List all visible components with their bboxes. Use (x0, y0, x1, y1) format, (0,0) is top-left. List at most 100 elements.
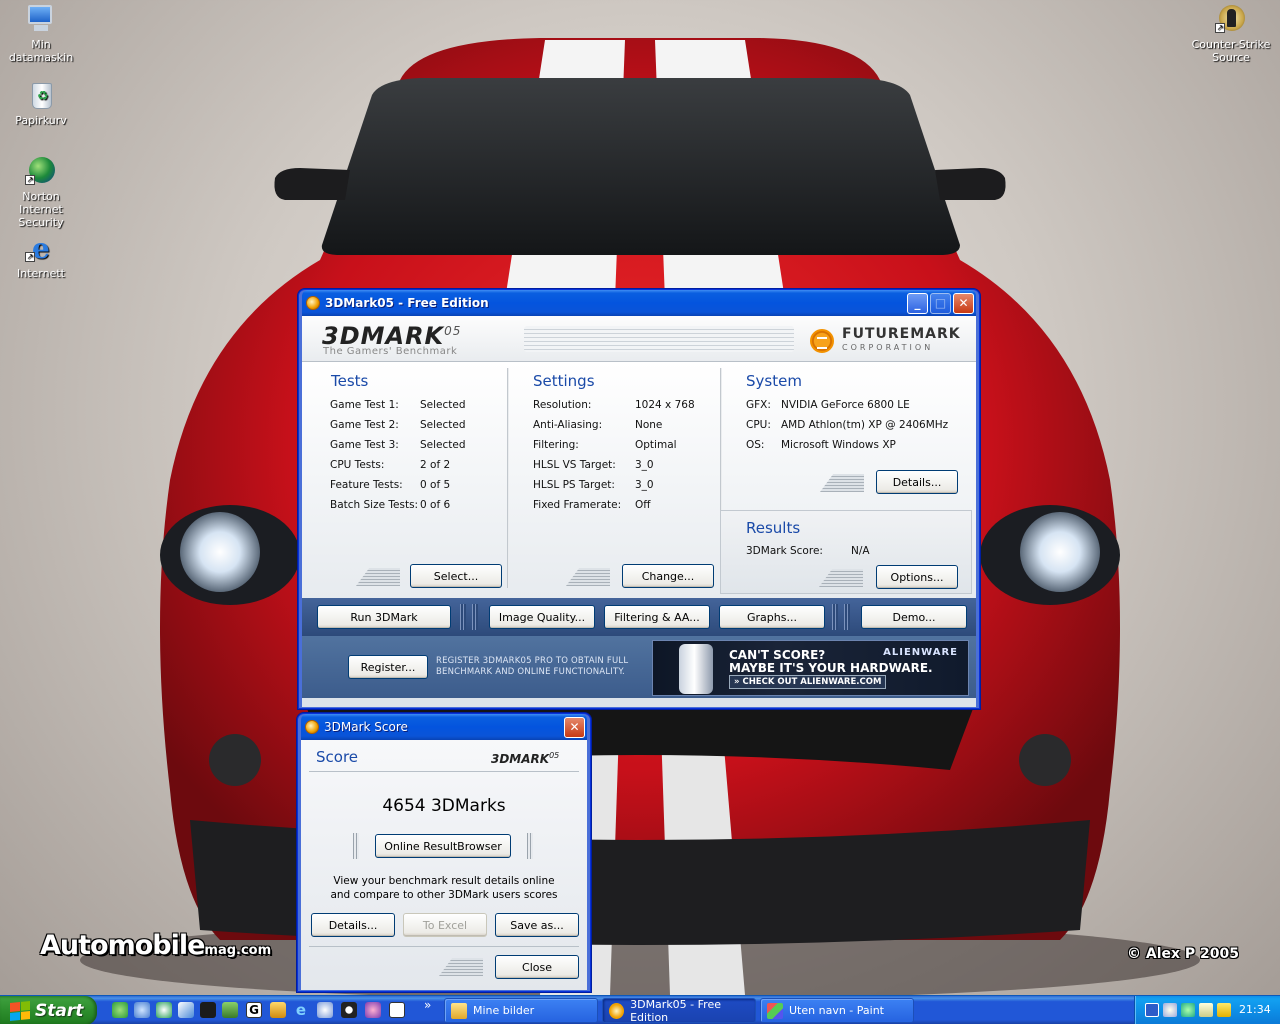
tests-key: Game Test 2: (330, 419, 399, 431)
quicklaunch-desktop-icon[interactable] (317, 1002, 333, 1018)
task-mine-bilder[interactable]: Mine bilder (444, 998, 598, 1023)
register-text: REGISTER 3DMARK05 PRO TO OBTAIN FULL BEN… (436, 656, 629, 677)
image-quality-button[interactable]: Image Quality... (489, 605, 595, 629)
decorative-separator (527, 833, 533, 859)
alienware-logo: ALIENWARE (883, 647, 958, 658)
window-title: 3DMark Score (324, 720, 408, 734)
quicklaunch-app-icon[interactable] (222, 1002, 238, 1018)
to-excel-button[interactable]: To Excel (403, 913, 487, 937)
tests-value: 0 of 5 (420, 479, 451, 491)
quicklaunch-itunes-icon[interactable] (365, 1002, 381, 1018)
app-icon (305, 720, 319, 734)
score-window: 3DMark Score ✕ Score 3DMARK05 4654 3DMar… (297, 713, 591, 992)
save-as-button[interactable]: Save as... (495, 913, 579, 937)
quicklaunch-overflow[interactable]: » (424, 998, 431, 1012)
maximize-button[interactable]: □ (930, 292, 951, 314)
quicklaunch-g-icon[interactable]: G (246, 1002, 262, 1018)
task-3dmark05[interactable]: 3DMark05 - Free Edition (602, 998, 756, 1024)
tray-document-icon[interactable] (1199, 1003, 1213, 1017)
quicklaunch-cs-icon[interactable] (389, 1002, 405, 1018)
score-window-client: Score 3DMARK05 4654 3DMarks Online Resul… (301, 740, 587, 990)
divider (309, 771, 579, 772)
desktop-icon-recycle-bin[interactable]: ♻ Papirkurv (0, 79, 82, 127)
select-tests-button[interactable]: Select... (410, 564, 502, 588)
quicklaunch-media-icon[interactable] (341, 1002, 357, 1018)
decorative-stripes (439, 958, 483, 976)
app-icon (306, 296, 320, 310)
decorative-stripes (566, 568, 610, 586)
register-button[interactable]: Register... (348, 655, 428, 679)
tests-heading: Tests (331, 372, 369, 390)
quicklaunch-steam-icon[interactable] (200, 1002, 216, 1018)
score-value: 4654 3DMarks (382, 796, 506, 816)
results-key: 3DMark Score: (746, 545, 823, 557)
desktop-icon-norton[interactable]: ↗ Norton Internet Security (0, 155, 82, 229)
globe-icon: ↗ (25, 155, 57, 187)
ad-link[interactable]: » CHECK OUT ALIENWARE.COM (729, 675, 887, 689)
quicklaunch-pen-icon[interactable] (178, 1002, 194, 1018)
score-heading: Score (316, 748, 359, 766)
score-details-button[interactable]: Details... (311, 913, 395, 937)
window-title: 3DMark05 - Free Edition (325, 296, 489, 310)
system-key: GFX: (746, 399, 771, 411)
3dmark-app-icon (609, 1002, 625, 1019)
windows-logo-icon (10, 1000, 30, 1021)
graphs-button[interactable]: Graphs... (719, 605, 825, 629)
tests-key: CPU Tests: (330, 459, 385, 471)
system-value: AMD Athlon(tm) XP @ 2406MHz (781, 419, 949, 431)
main-toolbar: Run 3DMark Image Quality... Filtering & … (302, 598, 976, 636)
close-icon: ✕ (569, 720, 580, 734)
app-header: 3DMARK05 The Gamers' Benchmark FUTUREMAR… (302, 316, 976, 362)
tray-notification-icon[interactable] (1217, 1003, 1231, 1017)
main-window-titlebar[interactable]: 3DMark05 - Free Edition _ □ ✕ (302, 290, 976, 316)
desktop-icon-my-computer[interactable]: Min datamaskin (0, 3, 82, 64)
desktop-icon-counter-strike[interactable]: ↗ Counter-Strike Source (1190, 3, 1272, 64)
system-details-button[interactable]: Details... (876, 470, 958, 494)
quicklaunch-messenger-icon[interactable] (134, 1002, 150, 1018)
quicklaunch-folder-icon[interactable] (270, 1002, 286, 1018)
network-icon[interactable] (1145, 1003, 1159, 1017)
system-key: OS: (746, 439, 765, 451)
results-panel: Results 3DMark Score: N/A Options... (720, 510, 972, 594)
info-panels: Tests Game Test 1: Selected Game Test 2:… (302, 362, 976, 598)
tray-security-icon[interactable] (1181, 1003, 1195, 1017)
quicklaunch-ie-icon[interactable]: e (293, 1002, 309, 1018)
main-window: 3DMark05 - Free Edition _ □ ✕ 3DMARK05 T… (298, 289, 980, 709)
online-resultbrowser-button[interactable]: Online ResultBrowser (375, 834, 511, 858)
options-button[interactable]: Options... (876, 565, 958, 589)
system-tray: 21:34 (1134, 996, 1280, 1024)
clock[interactable]: 21:34 (1239, 1003, 1271, 1016)
recycle-bin-icon: ♻ (25, 79, 57, 111)
alienware-ad-banner[interactable]: CAN'T SCORE? MAYBE IT'S YOUR HARDWARE. » … (652, 640, 969, 696)
wallpaper-watermark-copyright: © Alex P 2005 (1127, 946, 1240, 962)
settings-value: 3_0 (635, 479, 654, 491)
quicklaunch-norton-icon[interactable] (112, 1002, 128, 1018)
quicklaunch-info-icon[interactable] (156, 1002, 172, 1018)
tagline: The Gamers' Benchmark (323, 346, 458, 357)
minimize-button[interactable]: _ (907, 292, 928, 314)
computer-case-icon (679, 644, 713, 694)
demo-button[interactable]: Demo... (861, 605, 967, 629)
tray-app-icon[interactable] (1163, 1003, 1177, 1017)
desktop-icon-internet[interactable]: e ↗ Internett (0, 232, 82, 281)
filtering-aa-button[interactable]: Filtering & AA... (604, 605, 710, 629)
wallpaper-watermark-automobile: Automobilemag.com (40, 930, 272, 961)
maximize-icon: □ (934, 296, 947, 310)
toolbar-separator (844, 604, 850, 630)
results-value: N/A (851, 545, 870, 557)
settings-key: HLSL PS Target: (533, 479, 615, 491)
desktop-icon-label: Norton Internet Security (18, 190, 64, 229)
score-window-titlebar[interactable]: 3DMark Score ✕ (301, 714, 587, 740)
settings-value: Optimal (635, 439, 677, 451)
close-button[interactable]: ✕ (564, 716, 585, 738)
task-paint[interactable]: Uten navn - Paint (760, 998, 914, 1023)
tests-value: Selected (420, 439, 466, 451)
close-button[interactable]: ✕ (953, 292, 974, 314)
score-description: View your benchmark result details onlin… (330, 875, 558, 901)
change-settings-button[interactable]: Change... (622, 564, 714, 588)
score-close-button[interactable]: Close (495, 955, 579, 979)
start-button[interactable]: Start (0, 996, 97, 1024)
decorative-stripes (820, 474, 864, 492)
run-3dmark-button[interactable]: Run 3DMark (317, 605, 451, 629)
header-decoration (524, 326, 794, 352)
